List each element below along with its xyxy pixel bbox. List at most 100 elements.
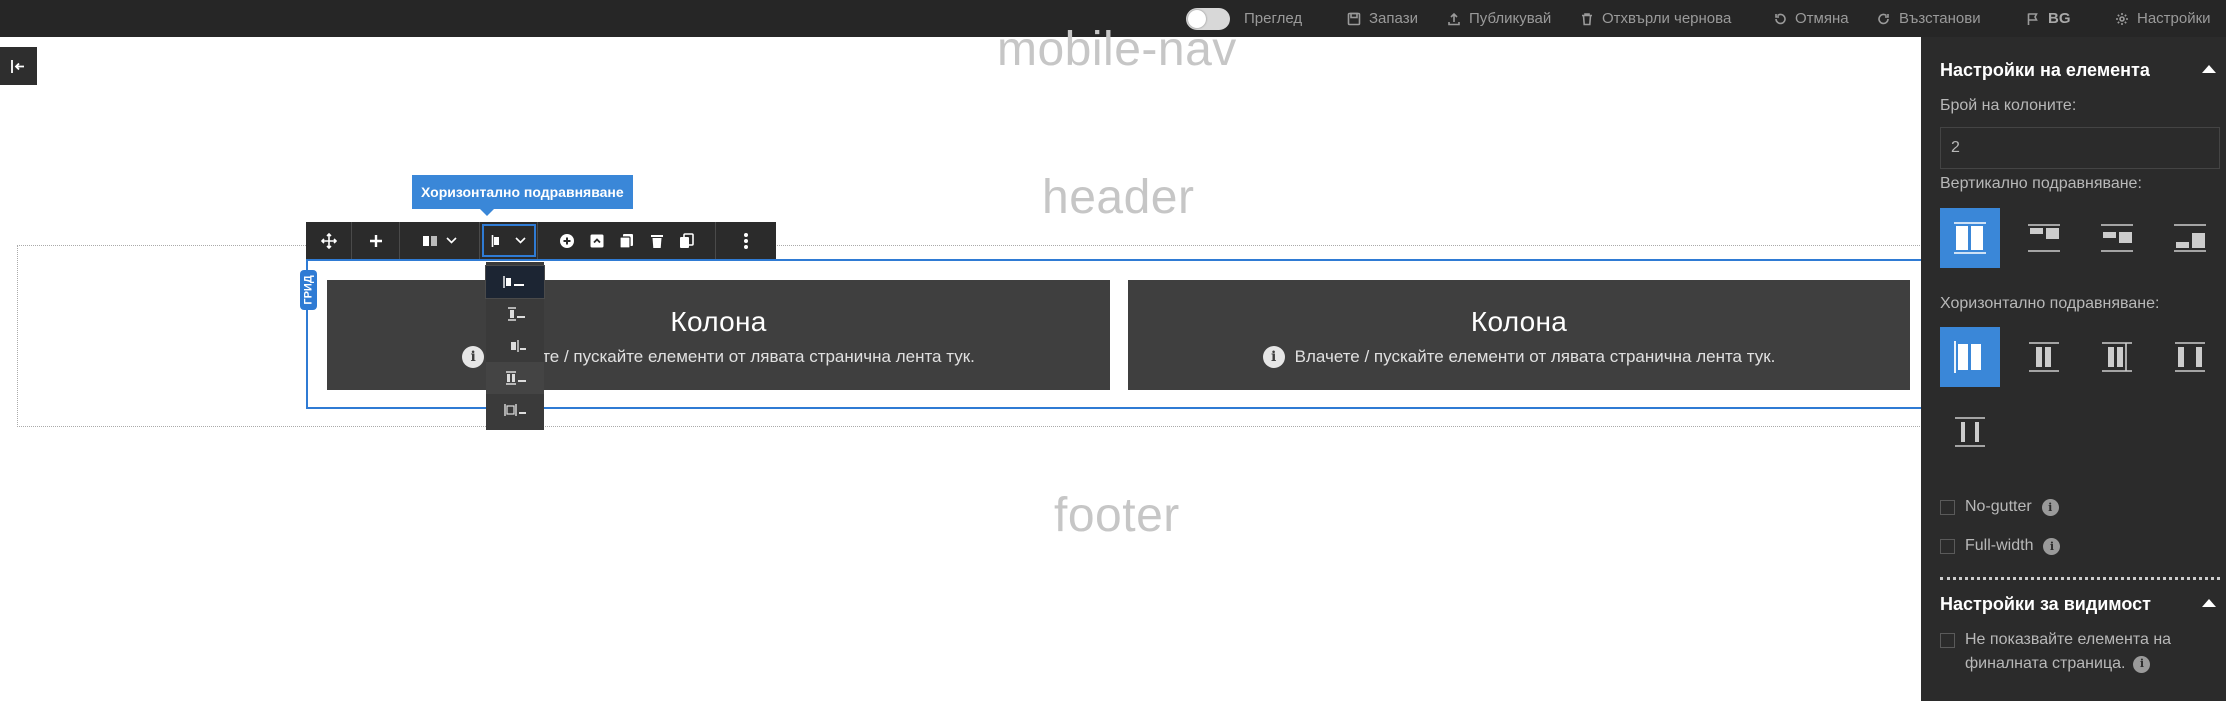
- visibility-settings-title: Настройки за видимост: [1940, 594, 2151, 614]
- redo-label: Възстанови: [1899, 10, 1981, 27]
- settings-button[interactable]: Настройки: [2115, 0, 2211, 37]
- info-icon: i: [462, 346, 485, 368]
- column-2[interactable]: Колона i Влачете / пускайте елементи от …: [1128, 280, 1910, 390]
- select-parent-icon[interactable]: [589, 233, 605, 249]
- grid-tag-label: ГРИД: [302, 275, 315, 305]
- horizontal-align-left-button[interactable]: [1940, 327, 2000, 387]
- align-around-icon: [504, 404, 526, 416]
- info-icon[interactable]: i: [2041, 498, 2059, 516]
- column-title: Колона: [670, 306, 767, 337]
- redo-button[interactable]: Възстанови: [1877, 0, 1981, 37]
- more-options-button[interactable]: [716, 222, 776, 259]
- duplicate-icon[interactable]: [619, 233, 635, 249]
- columns-count-label: Брой на колоните:: [1940, 97, 2077, 114]
- publish-button[interactable]: Публикувай: [1447, 0, 1551, 37]
- vertical-align-bottom-button[interactable]: [2160, 208, 2220, 268]
- horizontal-align-around-button[interactable]: [1940, 402, 2000, 462]
- no-gutter-option[interactable]: No-gutter i: [1940, 498, 2059, 516]
- align-between-option[interactable]: [486, 362, 544, 394]
- hide-element-label-line2: финалната страница.: [1965, 655, 2126, 672]
- sidebar-toggle-button[interactable]: [0, 47, 37, 85]
- language-switcher[interactable]: BG: [2026, 0, 2071, 37]
- vertical-align-dropdown[interactable]: [400, 222, 480, 259]
- chevron-down-icon: [515, 237, 526, 244]
- align-around-option[interactable]: [486, 394, 544, 426]
- hide-element-line2: финалната страница. i: [1965, 652, 2171, 676]
- column-hint-text: Влачете / пускайте елементи от лявата ст…: [494, 347, 975, 366]
- hide-element-option[interactable]: Не показвайте елемента на финалната стра…: [1940, 631, 2171, 676]
- column-title: Колона: [1470, 306, 1568, 337]
- align-stretch-icon: [1954, 222, 1986, 254]
- full-width-option[interactable]: Full-width i: [1940, 537, 2061, 555]
- column-hint-text: Влачете / пускайте елементи от лявата ст…: [1294, 347, 1776, 366]
- language-label: BG: [2048, 10, 2071, 27]
- hide-element-checkbox[interactable]: [1940, 633, 1955, 648]
- info-icon[interactable]: i: [2133, 655, 2151, 673]
- align-right-option[interactable]: [486, 330, 544, 362]
- undo-button[interactable]: Отмяна: [1773, 0, 1849, 37]
- horizontal-align-center-button[interactable]: [2014, 327, 2074, 387]
- column-hint: i Влачете / пускайте елементи от лявата …: [1128, 346, 1910, 368]
- more-vertical-icon: [744, 232, 748, 249]
- align-left-icon: [503, 276, 524, 288]
- add-circle-icon[interactable]: [559, 233, 575, 249]
- save-button[interactable]: Запази: [1347, 0, 1418, 37]
- vertical-align-label: Вертикално подравняване:: [1940, 175, 2142, 192]
- element-settings-title: Настройки на елемента: [1940, 60, 2150, 80]
- horizontal-align-dropdown[interactable]: [480, 222, 538, 259]
- sidebar-collapse-icon: [11, 59, 24, 73]
- mobile-nav-placeholder: mobile-nav: [997, 23, 1237, 76]
- settings-label: Настройки: [2137, 10, 2211, 27]
- info-icon: i: [1262, 346, 1285, 368]
- vertical-align-top-button[interactable]: [2014, 208, 2074, 268]
- collapse-caret-icon[interactable]: [2202, 65, 2216, 73]
- align-left-option[interactable]: [485, 265, 545, 299]
- copy-icon[interactable]: [679, 232, 695, 249]
- horizontal-align-menu: [485, 262, 545, 430]
- gear-icon: [2116, 12, 2128, 25]
- horizontal-align-label: Хоризонтално подравняване:: [1940, 295, 2160, 312]
- align-right-icon: [511, 340, 526, 352]
- hide-element-text: Не показвайте елемента на финалната стра…: [1965, 628, 2171, 676]
- align-left-icon: [1954, 341, 1981, 373]
- discard-draft-button[interactable]: Отхвърли чернова: [1580, 0, 1731, 37]
- element-toolbar: [306, 222, 776, 259]
- redo-icon: [1878, 13, 1889, 24]
- align-center-icon: [508, 307, 525, 321]
- horizontal-align-icon: [491, 234, 499, 247]
- align-top-icon: [2028, 224, 2060, 252]
- undo-icon: [1775, 13, 1786, 24]
- section-divider: [1940, 577, 2220, 580]
- action-buttons-group: [538, 222, 716, 259]
- collapse-caret-icon[interactable]: [2202, 599, 2216, 607]
- save-label: Запази: [1369, 10, 1418, 27]
- upload-icon: [1448, 12, 1460, 25]
- chevron-down-icon: [446, 237, 457, 244]
- trash-icon[interactable]: [649, 233, 665, 249]
- align-bottom-icon: [2174, 224, 2206, 252]
- no-gutter-label: No-gutter: [1965, 498, 2032, 515]
- vertical-align-middle-button[interactable]: [2087, 208, 2147, 268]
- move-icon: [320, 232, 337, 249]
- vertical-align-stretch-button[interactable]: [1940, 208, 2000, 268]
- settings-panel: Настройки на елемента Брой на колоните: …: [1921, 37, 2226, 701]
- full-width-checkbox[interactable]: [1940, 538, 1955, 554]
- horizontal-align-between-button[interactable]: [2160, 327, 2220, 387]
- add-element-button[interactable]: [352, 222, 400, 259]
- hide-element-label-line1: Не показвайте елемента на: [1965, 631, 2172, 648]
- columns-count-input[interactable]: [1940, 127, 2220, 169]
- no-gutter-checkbox[interactable]: [1940, 499, 1955, 515]
- align-center-option[interactable]: [486, 298, 544, 330]
- horizontal-align-right-button[interactable]: [2087, 327, 2147, 387]
- info-icon[interactable]: i: [2043, 537, 2061, 555]
- column-1[interactable]: Колона i Влачете / пускайте елементи от …: [327, 280, 1110, 390]
- save-icon: [1347, 12, 1361, 25]
- column-hint: i Влачете / пускайте елементи от лявата …: [327, 346, 1110, 368]
- align-middle-icon: [2101, 224, 2133, 252]
- move-button[interactable]: [306, 222, 352, 259]
- flag-icon: [2027, 12, 2038, 25]
- header-placeholder: header: [1042, 171, 1195, 224]
- grid-tag[interactable]: ГРИД: [300, 270, 317, 310]
- vertical-align-icon: [423, 235, 437, 246]
- align-around-icon: [1955, 417, 1985, 447]
